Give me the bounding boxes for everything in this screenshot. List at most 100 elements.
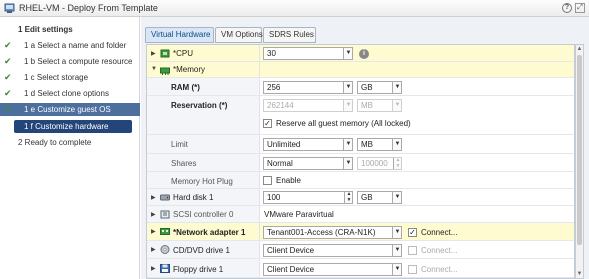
- hardware-row-scsi-controller: ▶ SCSI controller 0 VMware Paravirtual: [147, 206, 574, 223]
- vertical-scrollbar[interactable]: ▲ ▼: [575, 44, 584, 279]
- cpu-icon: [160, 49, 170, 58]
- chevron-down-icon: ▼: [343, 100, 352, 111]
- memory-label: *Memory: [173, 65, 206, 74]
- help-icon[interactable]: ?: [562, 3, 572, 13]
- limit-input[interactable]: Unlimited ▼: [263, 138, 353, 151]
- memory-row-ram: RAM (*) 256 ▼ GB ▼: [147, 78, 574, 96]
- step-select-clone-options[interactable]: ✔ 1 d Select clone options: [0, 87, 140, 100]
- tab-virtual-hardware[interactable]: Virtual Hardware: [145, 27, 214, 43]
- check-icon: ✔: [4, 104, 12, 114]
- network-adapter-icon: [160, 228, 170, 235]
- ram-input[interactable]: 256 ▼: [263, 81, 353, 94]
- memory-icon: [160, 67, 170, 75]
- floppy-connect-label: Connect...: [421, 265, 458, 274]
- scroll-up-icon[interactable]: ▲: [576, 45, 583, 53]
- hardware-row-cd-dvd: ▶ CD/DVD drive 1 Client Device ▼ Connect…: [147, 241, 574, 259]
- hardware-grid: ▶ *CPU 30 ▼ i ▼ *Memory RAM (*) 256 ▼ GB…: [146, 44, 575, 279]
- chevron-down-icon: ▼: [343, 82, 352, 93]
- network-connect-checkbox[interactable]: ✓: [408, 228, 417, 237]
- chevron-down-icon: ▼: [392, 192, 401, 203]
- step-customize-hardware[interactable]: 1 f Customize hardware: [14, 120, 132, 133]
- hardware-row-network-adapter: ▶ *Network adapter 1 Tenant001-Access (C…: [147, 223, 574, 241]
- title-bar: RHEL-VM - Deploy From Template ? ⤢: [0, 0, 589, 17]
- chevron-down-icon: ▼: [392, 264, 401, 275]
- window-title: RHEL-VM - Deploy From Template: [19, 3, 158, 13]
- expand-triangle-icon[interactable]: ▶: [151, 211, 156, 218]
- network-adapter-label: *Network adapter 1: [173, 228, 246, 237]
- stepper-arrows-icon: ▲ ▼: [393, 158, 401, 169]
- collapse-triangle-icon[interactable]: ▼: [151, 66, 157, 72]
- scsi-controller-type: VMware Paravirtual: [264, 210, 334, 219]
- step-ready-to-complete[interactable]: 2 Ready to complete: [0, 136, 140, 149]
- chevron-down-icon: ▼: [392, 227, 401, 238]
- network-select[interactable]: Tenant001-Access (CRA-N1K) ▼: [263, 226, 402, 239]
- hard-disk-size-stepper[interactable]: 100 ▲ ▼: [263, 191, 353, 204]
- hardware-row-floppy: ▶ Floppy drive 1 Client Device ▼ Connect…: [147, 259, 574, 278]
- hardware-row-hard-disk: ▶ Hard disk 1 100 ▲ ▼ GB ▼: [147, 189, 574, 206]
- hot-plug-label: Memory Hot Plug: [171, 177, 233, 186]
- hardware-row-cpu: ▶ *CPU 30 ▼ i: [147, 45, 574, 62]
- floppy-connect-checkbox[interactable]: [408, 265, 417, 274]
- expand-triangle-icon[interactable]: ▶: [151, 50, 156, 57]
- chevron-down-icon: ▼: [343, 158, 352, 169]
- chevron-down-icon: ▼: [392, 100, 401, 111]
- ram-unit-select[interactable]: GB ▼: [357, 81, 402, 94]
- step-customize-guest-os[interactable]: ✔ 1 e Customize guest OS: [0, 103, 140, 116]
- scroll-thumb[interactable]: [577, 55, 582, 245]
- limit-label: Limit: [171, 140, 188, 149]
- expand-triangle-icon[interactable]: ▶: [151, 194, 156, 201]
- expand-triangle-icon[interactable]: ▶: [151, 265, 156, 272]
- cpu-select[interactable]: 30 ▼: [263, 47, 353, 60]
- expand-triangle-icon[interactable]: ▶: [151, 246, 156, 253]
- shares-amount-stepper[interactable]: 100000 ▲ ▼: [357, 157, 402, 170]
- limit-unit-select[interactable]: MB ▼: [357, 138, 402, 151]
- ram-label: RAM (*): [171, 83, 200, 92]
- step-edit-settings[interactable]: 1 Edit settings: [0, 23, 140, 36]
- cd-dvd-connect-checkbox[interactable]: [408, 246, 417, 255]
- check-icon: ✔: [4, 72, 12, 82]
- hardware-row-memory: ▼ *Memory: [147, 62, 574, 78]
- shares-select[interactable]: Normal ▼: [263, 157, 353, 170]
- chevron-down-icon: ▼: [392, 139, 401, 150]
- info-icon[interactable]: i: [359, 49, 369, 59]
- expand-icon[interactable]: ⤢: [575, 3, 585, 13]
- step-select-compute-resource[interactable]: ✔ 1 b Select a compute resource: [0, 55, 140, 68]
- customize-hardware-panel: Virtual Hardware VM Options SDRS Rules ▶…: [141, 17, 589, 279]
- tab-vm-options[interactable]: VM Options: [215, 27, 263, 43]
- hard-disk-label: Hard disk 1: [173, 193, 214, 202]
- memory-row-reservation: Reservation (*) 262144 ▼ MB ▼ ✓ Reserve …: [147, 96, 574, 135]
- cd-dvd-icon: [160, 245, 170, 254]
- stepper-arrows-icon: ▲ ▼: [344, 192, 352, 203]
- cd-dvd-connect-label: Connect...: [421, 246, 458, 255]
- hot-plug-enable-label: Enable: [276, 176, 301, 185]
- reservation-input[interactable]: 262144 ▼: [263, 99, 353, 112]
- shares-label: Shares: [171, 159, 197, 168]
- step-select-name-folder[interactable]: ✔ 1 a Select a name and folder: [0, 39, 140, 52]
- reserve-all-memory-checkbox[interactable]: ✓: [263, 119, 272, 128]
- floppy-select[interactable]: Client Device ▼: [263, 263, 402, 276]
- wizard-steps-panel: 1 Edit settings ✔ 1 a Select a name and …: [0, 17, 140, 279]
- floppy-icon: [160, 264, 170, 273]
- cd-dvd-label: CD/DVD drive 1: [173, 246, 230, 255]
- chevron-down-icon: ▼: [392, 245, 401, 256]
- memory-row-hot-plug: Memory Hot Plug Enable: [147, 172, 574, 189]
- expand-triangle-icon[interactable]: ▶: [151, 228, 156, 235]
- vm-deploy-icon: [4, 3, 15, 13]
- chevron-down-icon: ▼: [343, 139, 352, 150]
- hard-disk-unit-select[interactable]: GB ▼: [357, 191, 402, 204]
- memory-row-shares: Shares Normal ▼ 100000 ▲ ▼: [147, 154, 574, 172]
- step-select-storage[interactable]: ✔ 1 c Select storage: [0, 71, 140, 84]
- tab-sdrs-rules[interactable]: SDRS Rules: [263, 27, 316, 43]
- scsi-controller-icon: [160, 210, 170, 219]
- reservation-unit-select[interactable]: MB ▼: [357, 99, 402, 112]
- chevron-down-icon: ▼: [392, 82, 401, 93]
- check-icon: ✔: [4, 56, 12, 66]
- floppy-label: Floppy drive 1: [173, 265, 224, 274]
- hot-plug-enable-checkbox[interactable]: [263, 176, 272, 185]
- reservation-label: Reservation (*): [171, 101, 228, 110]
- memory-row-limit: Limit Unlimited ▼ MB ▼: [147, 135, 574, 154]
- cd-dvd-select[interactable]: Client Device ▼: [263, 244, 402, 257]
- hard-disk-icon: [160, 194, 170, 201]
- scroll-down-icon[interactable]: ▼: [576, 270, 583, 278]
- cpu-label: *CPU: [173, 49, 194, 58]
